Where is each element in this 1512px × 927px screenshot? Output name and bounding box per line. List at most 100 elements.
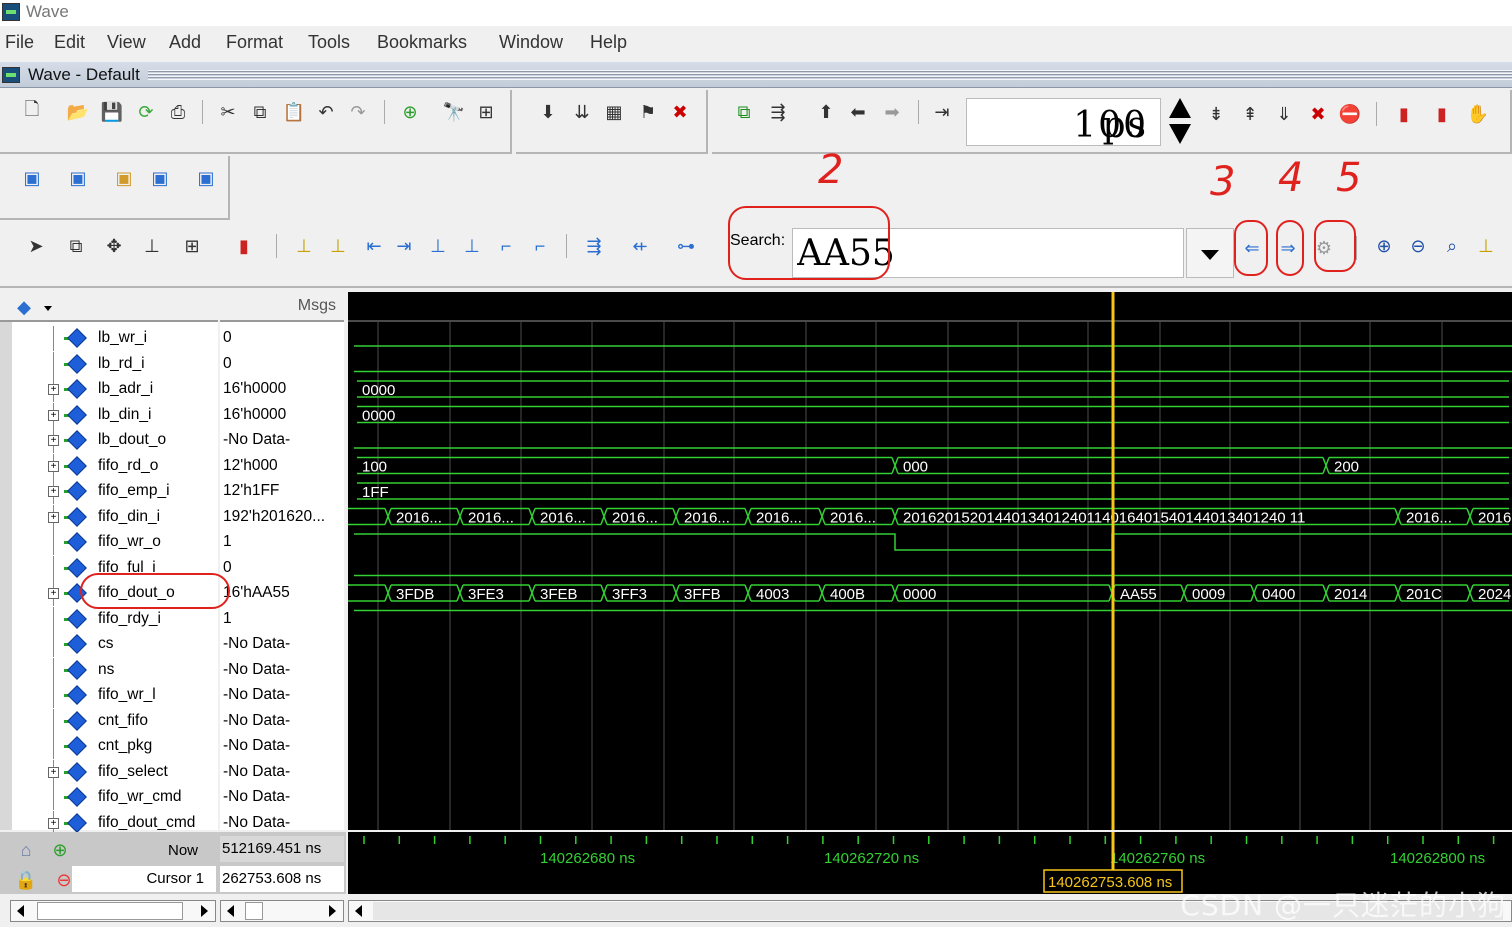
expand-icon[interactable]: +	[48, 409, 59, 421]
signal-name[interactable]: fifo_rdy_i	[98, 610, 161, 628]
menu-window[interactable]: Window	[499, 32, 563, 53]
cut-icon[interactable]: ✂	[216, 100, 240, 124]
signal-name[interactable]: fifo_rd_o	[98, 457, 158, 475]
next-rise-icon[interactable]: ⌐	[528, 234, 552, 258]
search-dropdown[interactable]	[1186, 228, 1234, 278]
signal-row[interactable]: lb_rd_i	[12, 351, 218, 377]
menu-view[interactable]: View	[107, 32, 146, 53]
cursor-mode-icon[interactable]: ⊞	[180, 234, 204, 258]
layout-5-icon[interactable]: ▣	[194, 166, 218, 190]
signal-row[interactable]: cnt_fifo	[12, 708, 218, 734]
rising-edge-icon[interactable]: ⊥	[460, 234, 484, 258]
signal-row[interactable]: fifo_wr_l	[12, 683, 218, 708]
pan-mode-icon[interactable]: ✥	[102, 234, 126, 258]
step-mode-icon[interactable]: ⇶	[766, 100, 790, 124]
expand-icon[interactable]: +	[48, 460, 59, 472]
edit-mode-icon[interactable]: ⊥	[140, 234, 164, 258]
expand-icon[interactable]: +	[48, 511, 59, 523]
signal-name[interactable]: fifo_wr_l	[98, 686, 156, 704]
values-hscroll[interactable]	[220, 900, 344, 922]
add-icon[interactable]: ⊕	[398, 100, 422, 124]
expand-icon[interactable]: +	[48, 486, 59, 497]
spin-down-icon[interactable]	[1169, 124, 1191, 144]
menu-file[interactable]: File	[5, 32, 34, 53]
signal-name[interactable]: fifo_dout_cmd	[98, 814, 195, 832]
stop-icon[interactable]: ✖	[668, 100, 692, 124]
copy-icon[interactable]: ⧉	[248, 100, 272, 124]
run-length-spinner[interactable]	[1167, 98, 1193, 146]
signal-name[interactable]: ns	[98, 661, 114, 679]
signal-name[interactable]: fifo_wr_o	[98, 533, 161, 551]
signal-filter-icon[interactable]: ◆	[12, 295, 36, 319]
delete-cursor-icon[interactable]: ⊥	[326, 234, 350, 258]
signal-row[interactable]: + fifo_emp_i	[12, 479, 218, 504]
signal-row[interactable]: + lb_din_i	[12, 402, 218, 428]
undo-icon[interactable]: ↶	[314, 100, 338, 124]
restart-icon[interactable]: ⧉	[732, 100, 756, 124]
layout-3-icon[interactable]: ▣	[112, 166, 136, 190]
hierarchy-icon[interactable]: ⊞	[474, 100, 498, 124]
paste-icon[interactable]: 📋	[282, 100, 306, 124]
break-sim-icon[interactable]: ✖	[1306, 102, 1330, 126]
back-arrow-icon[interactable]: ⬅	[846, 100, 870, 124]
continue-icon[interactable]: ⇞	[1238, 102, 1262, 126]
save-icon[interactable]: 💾	[100, 100, 124, 124]
compile-icon[interactable]: ⬇	[536, 100, 560, 124]
up-arrow-icon[interactable]: ⬆	[814, 100, 838, 124]
menu-add[interactable]: Add	[169, 32, 201, 53]
expand-all-icon[interactable]: ⊶	[674, 234, 698, 258]
menu-bookmarks[interactable]: Bookmarks	[377, 32, 467, 53]
spin-up-icon[interactable]	[1169, 98, 1191, 118]
tree-hscroll[interactable]	[10, 900, 216, 922]
prev-edge-icon[interactable]: ⇤	[362, 234, 386, 258]
signal-name[interactable]: lb_dout_o	[98, 431, 166, 449]
menu-edit[interactable]: Edit	[54, 32, 85, 53]
perf-icon[interactable]: ▮	[1392, 102, 1416, 126]
menu-format[interactable]: Format	[226, 32, 283, 53]
expand-icon[interactable]: +	[48, 766, 59, 778]
break-icon[interactable]: ⚑	[636, 100, 660, 124]
menu-help[interactable]: Help	[590, 32, 627, 53]
signal-name[interactable]: lb_din_i	[98, 406, 151, 424]
layout-1-icon[interactable]: ▣	[20, 166, 44, 190]
stop-wave-icon[interactable]: ▮	[232, 234, 256, 258]
lock-icon[interactable]: 🔒	[14, 868, 38, 892]
zoom-in-icon[interactable]: ⊕	[1372, 234, 1396, 258]
run-icon[interactable]: ⇟	[1204, 102, 1228, 126]
signal-row[interactable]: fifo_wr_o	[12, 530, 218, 555]
signal-name[interactable]: lb_rd_i	[98, 355, 145, 373]
menu-tools[interactable]: Tools	[308, 32, 350, 53]
signal-name[interactable]: cnt_pkg	[98, 737, 152, 755]
signal-row[interactable]: fifo_rdy_i	[12, 606, 218, 632]
expand-icon[interactable]: ⇶	[582, 234, 606, 258]
tree-hscroll-thumb[interactable]	[37, 902, 183, 920]
mem-icon[interactable]: ▮	[1430, 102, 1454, 126]
add-cursor-icon[interactable]: ⊕	[48, 838, 72, 862]
falling-edge-icon[interactable]: ⊥	[426, 234, 450, 258]
expand-icon[interactable]: +	[48, 435, 59, 446]
collapse-icon[interactable]: ⇷	[628, 234, 652, 258]
new-icon[interactable]: 🗋	[20, 99, 44, 124]
expand-icon[interactable]: +	[48, 817, 59, 829]
insert-cursor-icon[interactable]: ⊥	[292, 234, 316, 258]
print-icon[interactable]: ⎙	[166, 100, 190, 124]
zoom-cursor-icon[interactable]: ⊥	[1474, 234, 1498, 258]
prev-fall-icon[interactable]: ⌐	[494, 234, 518, 258]
signal-name[interactable]: lb_wr_i	[98, 329, 147, 347]
run-length-icon[interactable]: ⇥	[930, 100, 954, 124]
select-pointer-icon[interactable]: ➤	[24, 234, 48, 258]
compile-all-icon[interactable]: ⇊	[570, 100, 594, 124]
cursor-value[interactable]: 262753.608 ns	[220, 866, 344, 892]
zoom-full-icon[interactable]: ⌕	[1440, 234, 1464, 258]
signal-name[interactable]: fifo_wr_cmd	[98, 788, 182, 806]
open-icon[interactable]: 📂	[66, 100, 90, 124]
signal-name[interactable]: cnt_fifo	[98, 712, 148, 730]
next-edge-icon[interactable]: ⇥	[392, 234, 416, 258]
reload-icon[interactable]: ⟳	[134, 100, 158, 124]
signal-row[interactable]: ns	[12, 657, 218, 683]
run-length-input[interactable]: 100 ps	[966, 98, 1161, 146]
zoom-out-icon[interactable]: ⊖	[1406, 234, 1430, 258]
signal-row[interactable]: fifo_wr_cmd	[12, 785, 218, 810]
zoom-mode-icon[interactable]: ⧉	[64, 234, 88, 258]
find-icon[interactable]: 🔭	[442, 100, 466, 124]
